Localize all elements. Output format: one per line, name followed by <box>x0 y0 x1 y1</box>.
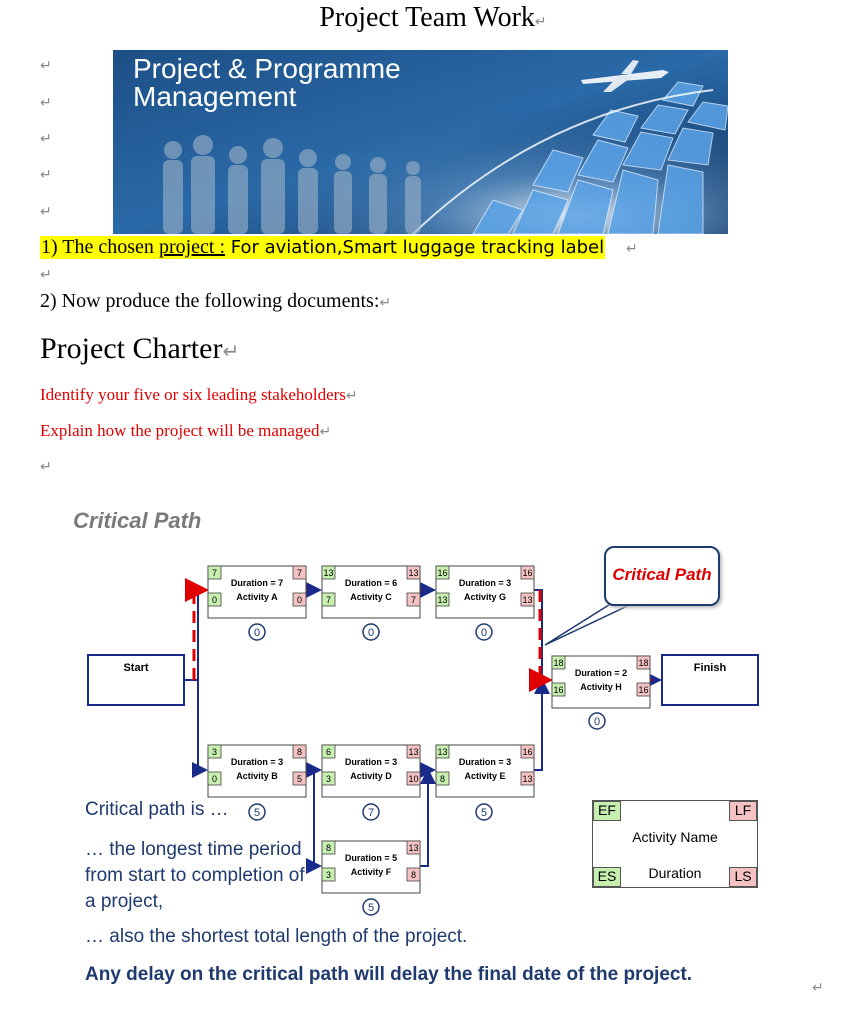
activity-duration: Duration = 3 <box>231 757 283 767</box>
earliest-finish: 13 <box>437 747 447 757</box>
activity-node: 6 13 3 10 Duration = 3 Activity D 7 <box>321 744 421 821</box>
activity-name: Activity E <box>464 771 505 781</box>
critical-path-callout: Critical Path <box>604 546 720 606</box>
activity-name: Activity H <box>580 682 622 692</box>
earliest-start: 0 <box>212 595 217 605</box>
connector-arrow <box>534 678 550 771</box>
connector-arrow <box>420 768 436 867</box>
latest-finish: 18 <box>638 658 648 668</box>
earliest-finish: 13 <box>323 568 333 578</box>
activity-duration: Duration = 3 <box>459 757 511 767</box>
earliest-start: 0 <box>212 774 217 784</box>
activity-node: 13 13 7 7 Duration = 6 Activity C 0 <box>321 565 421 641</box>
activity-duration: Duration = 6 <box>345 578 397 588</box>
activity-duration: Duration = 5 <box>345 853 397 863</box>
latest-finish: 13 <box>408 568 418 578</box>
start-label: Start <box>123 662 148 674</box>
latest-start: 8 <box>411 870 416 880</box>
latest-start: 13 <box>522 595 532 605</box>
earliest-finish: 8 <box>326 843 331 853</box>
finish-label: Finish <box>694 662 727 674</box>
legend-activity-name: Activity Name <box>632 829 718 845</box>
connector-arrow <box>306 769 322 874</box>
activity-name: Activity C <box>350 592 392 602</box>
latest-finish: 8 <box>297 747 302 757</box>
legend-lf: LF <box>729 801 757 821</box>
slack-value: 5 <box>254 807 260 819</box>
longest-time-text: … the longest time period from start to … <box>85 839 305 912</box>
activity-name: Activity F <box>351 867 392 877</box>
activity-duration: Duration = 3 <box>459 578 511 588</box>
legend-duration: Duration <box>648 865 702 881</box>
activity-duration: Duration = 7 <box>231 578 283 588</box>
latest-finish: 13 <box>408 747 418 757</box>
earliest-start: 3 <box>326 774 331 784</box>
critical-path-is-text: Critical path is … <box>85 799 229 820</box>
activity-node: 13 16 8 13 Duration = 3 Activity E 5 <box>435 744 535 821</box>
delay-warning-text: Any delay on the critical path will dela… <box>85 964 693 985</box>
connector-arrow <box>534 589 552 688</box>
slack-value: 0 <box>481 627 487 639</box>
latest-start: 16 <box>638 685 648 695</box>
legend-ef: EF <box>593 801 621 821</box>
activity-node: 16 16 13 13 Duration = 3 Activity G 0 <box>435 565 535 641</box>
critical-path-line <box>185 578 209 680</box>
slack-value: 5 <box>481 807 487 819</box>
earliest-start: 7 <box>326 595 331 605</box>
latest-finish: 16 <box>522 747 532 757</box>
slack-value: 7 <box>368 807 374 819</box>
latest-start: 13 <box>522 774 532 784</box>
slack-value: 0 <box>254 627 260 639</box>
earliest-finish: 18 <box>553 658 563 668</box>
earliest-finish: 6 <box>326 747 331 757</box>
earliest-finish: 3 <box>212 747 217 757</box>
latest-finish: 13 <box>408 843 418 853</box>
earliest-start: 16 <box>553 685 563 695</box>
earliest-start: 13 <box>437 595 447 605</box>
legend-box: EF LF ES LS Activity Name Duration <box>592 800 758 888</box>
latest-start: 5 <box>297 774 302 784</box>
activity-name: Activity A <box>236 592 278 602</box>
latest-start: 7 <box>411 595 416 605</box>
connector-arrow <box>192 680 208 778</box>
slack-value: 0 <box>368 627 374 639</box>
activity-node: 8 13 3 8 Duration = 5 Activity F 5 <box>321 840 421 916</box>
earliest-start: 8 <box>440 774 445 784</box>
activity-node: 18 18 16 16 Duration = 2 Activity H 0 <box>551 655 651 730</box>
latest-start: 10 <box>408 774 418 784</box>
activity-name: Activity D <box>350 771 392 781</box>
earliest-finish: 16 <box>437 568 447 578</box>
latest-finish: 7 <box>297 568 302 578</box>
earliest-start: 3 <box>326 870 331 880</box>
shortest-length-text: … also the shortest total length of the … <box>85 926 468 947</box>
activity-name: Activity G <box>464 592 506 602</box>
activity-duration: Duration = 2 <box>575 668 627 678</box>
activity-name: Activity B <box>236 771 278 781</box>
earliest-finish: 7 <box>212 568 217 578</box>
latest-finish: 16 <box>522 568 532 578</box>
paragraph-mark: ↵ <box>812 979 824 995</box>
slack-value: 5 <box>368 902 374 914</box>
activity-node: 7 7 0 0 Duration = 7 Activity A 0 <box>207 565 307 641</box>
latest-start: 0 <box>297 595 302 605</box>
slack-value: 0 <box>594 716 600 728</box>
activity-duration: Duration = 3 <box>345 757 397 767</box>
